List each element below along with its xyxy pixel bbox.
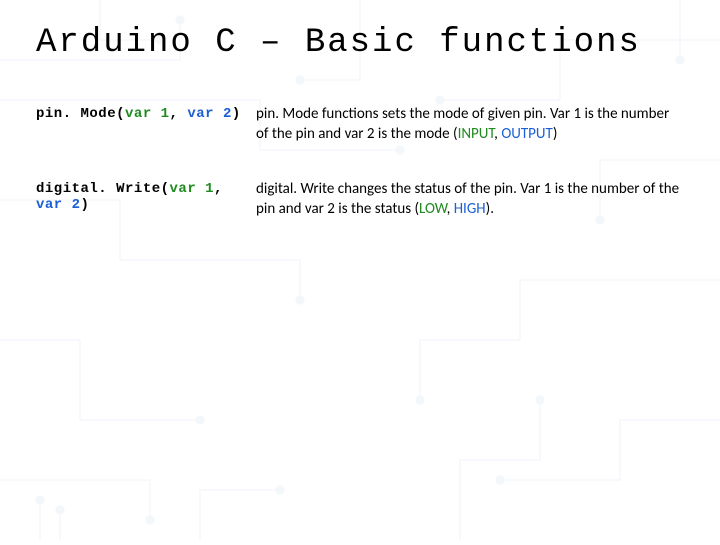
function-description: pin. Mode functions sets the mode of giv… xyxy=(256,104,684,145)
function-name: digital. Write xyxy=(36,181,161,197)
function-signature: pin. Mode(var 1, var 2) xyxy=(36,104,256,122)
page-title: Arduino C – Basic functions xyxy=(36,24,684,62)
function-signature: digital. Write(var 1, var 2) xyxy=(36,179,256,213)
keyword-1: INPUT xyxy=(458,125,495,143)
function-row: digital. Write(var 1, var 2) digital. Wr… xyxy=(36,179,684,220)
param-1: var 1 xyxy=(125,106,170,122)
param-1: var 1 xyxy=(170,181,215,197)
keyword-2: HIGH xyxy=(454,200,486,218)
param-2: var 2 xyxy=(187,106,232,122)
function-name: pin. Mode xyxy=(36,106,116,122)
keyword-2: OUTPUT xyxy=(501,125,553,143)
keyword-1: LOW xyxy=(419,200,447,218)
function-row: pin. Mode(var 1, var 2) pin. Mode functi… xyxy=(36,104,684,145)
param-2: var 2 xyxy=(36,197,81,213)
function-description: digital. Write changes the status of the… xyxy=(256,179,684,220)
